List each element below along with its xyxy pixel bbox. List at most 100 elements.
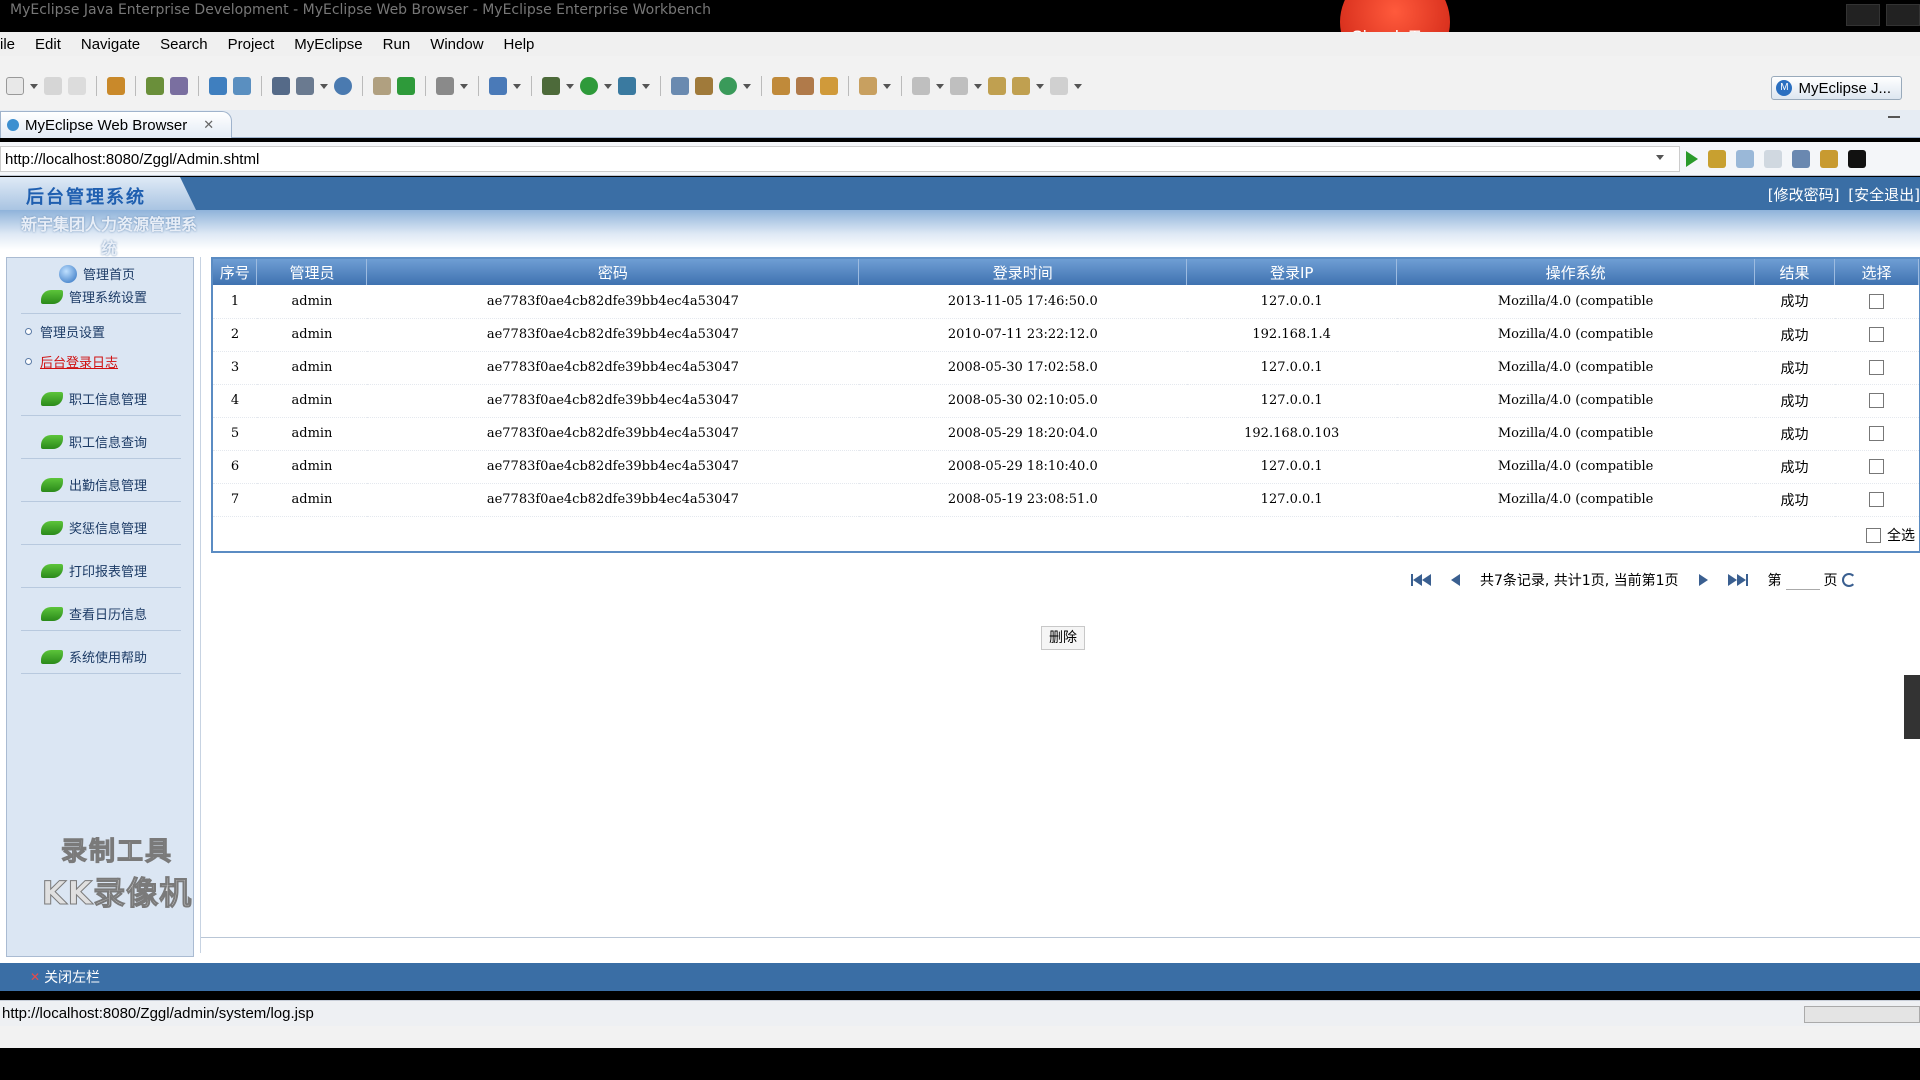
new-dropdown-icon[interactable] bbox=[30, 83, 38, 89]
sidebar-item-help[interactable]: 系统使用帮助 bbox=[21, 640, 181, 674]
refresh-icon[interactable] bbox=[397, 77, 415, 95]
change-password-link[interactable]: [修改密码] bbox=[1768, 186, 1840, 204]
first-page-icon[interactable] bbox=[1411, 574, 1431, 586]
browser-back-icon[interactable] bbox=[1736, 150, 1754, 168]
menu-project[interactable]: Project bbox=[218, 36, 285, 53]
logout-link[interactable]: [安全退出] bbox=[1848, 186, 1920, 204]
open-type-icon[interactable] bbox=[373, 77, 391, 95]
select-all[interactable]: 全选 bbox=[1866, 525, 1915, 545]
new-icon[interactable] bbox=[6, 77, 24, 95]
previous-annotation-dropdown-icon[interactable] bbox=[974, 83, 982, 89]
browser-forward-icon[interactable] bbox=[1764, 150, 1782, 168]
open-folder-icon[interactable] bbox=[772, 77, 790, 95]
deploy-icon[interactable] bbox=[209, 77, 227, 95]
prev-page-icon[interactable] bbox=[1451, 574, 1460, 586]
undeploy-icon[interactable] bbox=[233, 77, 251, 95]
browser-view-icon[interactable] bbox=[1848, 150, 1866, 168]
camera-icon[interactable] bbox=[436, 77, 454, 95]
menu-help[interactable]: Help bbox=[494, 36, 545, 53]
new-wizard-dropdown-icon[interactable] bbox=[513, 83, 521, 89]
cell-login-time: 2008-05-19 23:08:51.0 bbox=[858, 483, 1187, 517]
row-checkbox[interactable] bbox=[1869, 492, 1884, 507]
maximize-button[interactable] bbox=[1886, 4, 1920, 26]
last-edit-icon[interactable] bbox=[988, 77, 1006, 95]
next-annotation-dropdown-icon[interactable] bbox=[936, 83, 944, 89]
browser-icon[interactable] bbox=[334, 77, 352, 95]
menu-edit[interactable]: Edit bbox=[25, 36, 71, 53]
row-checkbox[interactable] bbox=[1869, 293, 1884, 309]
minimize-view-icon[interactable] bbox=[1888, 116, 1900, 118]
forward-dropdown-icon[interactable] bbox=[1074, 83, 1082, 89]
forward-icon[interactable] bbox=[1050, 77, 1068, 95]
new-java-project-icon[interactable] bbox=[671, 77, 689, 95]
browser-stop-icon[interactable] bbox=[1792, 150, 1810, 168]
page-number-input[interactable] bbox=[1785, 570, 1820, 590]
tab-close-icon[interactable]: ✕ bbox=[203, 117, 214, 133]
select-all-checkbox[interactable] bbox=[1866, 527, 1881, 543]
close-sidebar-link[interactable]: 关闭左栏 bbox=[44, 967, 100, 987]
menu-run[interactable]: Run bbox=[373, 36, 421, 53]
previous-annotation-icon[interactable] bbox=[950, 77, 968, 95]
menu-search[interactable]: Search bbox=[150, 36, 218, 53]
close-icon[interactable]: ✕ bbox=[30, 970, 40, 984]
open-resource-dropdown-icon[interactable] bbox=[883, 83, 891, 89]
sidebar-subitem-admin-settings[interactable]: 管理员设置 bbox=[25, 322, 105, 341]
task-icon[interactable] bbox=[820, 77, 838, 95]
tab-web-browser[interactable]: MyEclipse Web Browser ✕ bbox=[0, 111, 232, 138]
row-checkbox[interactable] bbox=[1869, 327, 1884, 342]
next-annotation-icon[interactable] bbox=[912, 77, 930, 95]
url-history-dropdown-icon[interactable] bbox=[1656, 155, 1664, 160]
external-tools-icon[interactable] bbox=[618, 77, 636, 95]
delete-button[interactable]: 删除 bbox=[1041, 626, 1085, 650]
new-package-icon[interactable] bbox=[695, 77, 713, 95]
search-tool-icon[interactable] bbox=[796, 77, 814, 95]
browser-refresh-icon[interactable] bbox=[1820, 150, 1838, 168]
menu-navigate[interactable]: Navigate bbox=[71, 36, 150, 53]
sidebar-item-calendar[interactable]: 查看日历信息 bbox=[21, 597, 181, 631]
run-server-icon[interactable] bbox=[296, 77, 314, 95]
run-dropdown-icon[interactable] bbox=[604, 83, 612, 89]
sidebar-item-system-settings[interactable]: 管理系统设置 bbox=[21, 280, 181, 314]
side-collapse-handle[interactable] bbox=[1904, 675, 1920, 739]
open-resource-icon[interactable] bbox=[859, 77, 877, 95]
minimize-button[interactable] bbox=[1846, 4, 1880, 26]
go-page-icon[interactable] bbox=[1841, 573, 1856, 587]
menu-myeclipse[interactable]: MyEclipse bbox=[284, 36, 372, 53]
sidebar-item-rewards[interactable]: 奖惩信息管理 bbox=[21, 511, 181, 545]
new-class-icon[interactable] bbox=[719, 77, 737, 95]
new-class-dropdown-icon[interactable] bbox=[743, 83, 751, 89]
sidebar-item-print-reports[interactable]: 打印报表管理 bbox=[21, 554, 181, 588]
external-tools-dropdown-icon[interactable] bbox=[642, 83, 650, 89]
sidebar-subitem-login-log[interactable]: 后台登录日志 bbox=[25, 352, 118, 371]
menu-window[interactable]: Window bbox=[420, 36, 493, 53]
row-checkbox[interactable] bbox=[1869, 393, 1884, 408]
run-server-dropdown-icon[interactable] bbox=[320, 83, 328, 89]
next-page-icon[interactable] bbox=[1698, 574, 1708, 586]
run-icon[interactable] bbox=[580, 77, 598, 95]
last-page-icon[interactable] bbox=[1727, 574, 1748, 586]
save-icon[interactable] bbox=[44, 77, 62, 95]
package-icon[interactable] bbox=[107, 77, 125, 95]
debug-icon[interactable] bbox=[542, 77, 560, 95]
row-checkbox[interactable] bbox=[1869, 360, 1884, 375]
new-wizard-icon[interactable] bbox=[489, 77, 507, 95]
servers-icon[interactable] bbox=[272, 77, 290, 95]
sidebar-item-attendance[interactable]: 出勤信息管理 bbox=[21, 468, 181, 502]
bug-icon[interactable] bbox=[146, 77, 164, 95]
bookmark-icon[interactable] bbox=[1708, 150, 1726, 168]
debug-dropdown-icon[interactable] bbox=[566, 83, 574, 89]
menu-file[interactable]: ile bbox=[0, 36, 25, 53]
app-footer: ✕ 关闭左栏 bbox=[0, 963, 1920, 991]
url-input[interactable] bbox=[0, 146, 1680, 172]
camera-dropdown-icon[interactable] bbox=[460, 83, 468, 89]
server-icon[interactable] bbox=[170, 77, 188, 95]
back-dropdown-icon[interactable] bbox=[1036, 83, 1044, 89]
sidebar-item-employee-query[interactable]: 职工信息查询 bbox=[21, 425, 181, 459]
sidebar-item-employee-info[interactable]: 职工信息管理 bbox=[21, 382, 181, 416]
perspective-switcher[interactable]: M MyEclipse J... bbox=[1771, 76, 1902, 100]
back-icon[interactable] bbox=[1012, 77, 1030, 95]
print-icon[interactable] bbox=[68, 77, 86, 95]
go-icon[interactable] bbox=[1686, 151, 1698, 167]
row-checkbox[interactable] bbox=[1869, 426, 1884, 441]
row-checkbox[interactable] bbox=[1869, 459, 1884, 474]
